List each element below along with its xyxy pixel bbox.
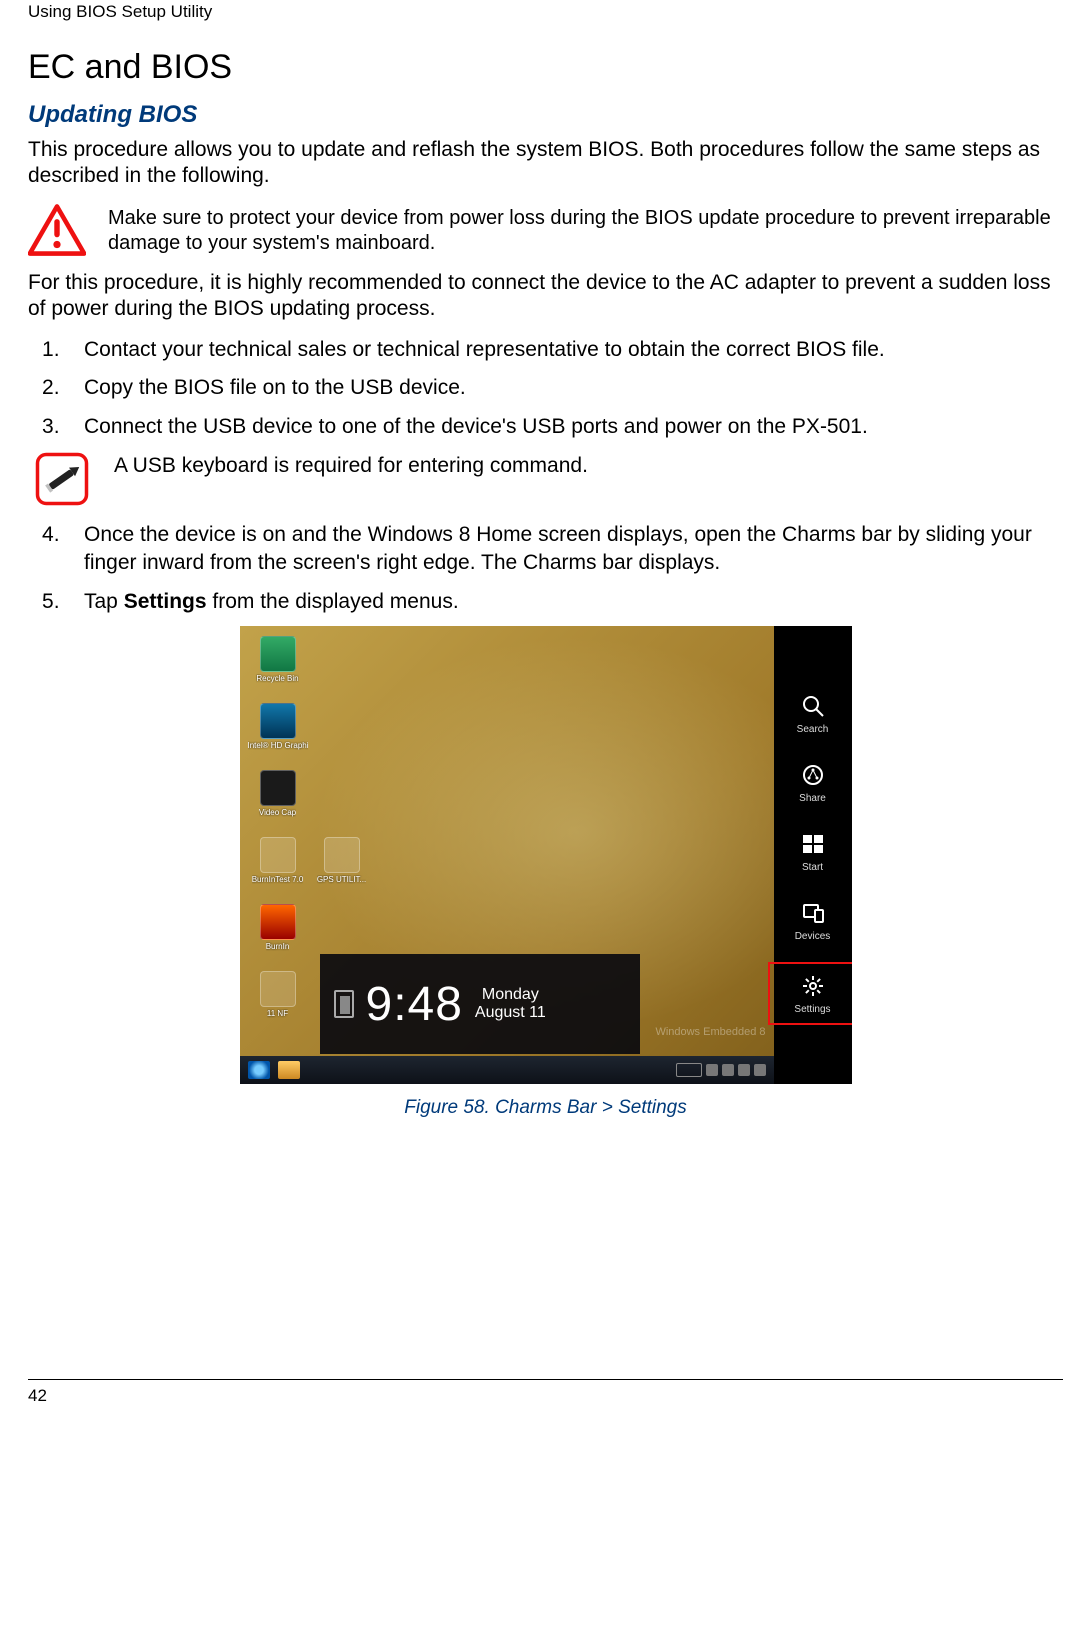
step-5: Tap Settings from the displayed menus. xyxy=(28,588,1063,616)
warning-icon xyxy=(28,204,86,256)
burnin-icon xyxy=(260,904,296,940)
taskbar[interactable] xyxy=(240,1056,774,1084)
intel-icon xyxy=(260,703,296,739)
pre-steps-paragraph: For this procedure, it is highly recomme… xyxy=(28,270,1063,323)
step-1: Contact your technical sales or technica… xyxy=(28,336,1063,364)
figure-caption: Figure 58. Charms Bar > Settings xyxy=(28,1097,1063,1119)
video-cap-icon xyxy=(260,770,296,806)
step-4: Once the device is on and the Windows 8 … xyxy=(28,521,1063,578)
last-icon xyxy=(260,971,296,1007)
charm-start[interactable]: Start xyxy=(774,830,852,873)
note-text: A USB keyboard is required for entering … xyxy=(114,451,588,479)
desktop-icon-recycle-bin[interactable]: Recycle Bin xyxy=(252,636,304,683)
step-5-pre: Tap xyxy=(84,590,124,613)
burnintest-icon xyxy=(260,837,296,873)
charm-share-label: Share xyxy=(799,793,826,804)
recycle-bin-icon xyxy=(260,636,296,672)
warning-callout: Make sure to protect your device from po… xyxy=(28,204,1063,256)
header-path: Using BIOS Setup Utility xyxy=(28,0,1063,48)
clock-date-block: Monday August 11 xyxy=(475,986,546,1021)
charm-devices[interactable]: Devices xyxy=(774,899,852,942)
desktop-icon-gps-util[interactable]: GPS UTILIT... xyxy=(316,837,368,884)
charm-share[interactable]: Share xyxy=(774,761,852,804)
tray-icon[interactable] xyxy=(706,1064,718,1076)
charm-devices-label: Devices xyxy=(795,931,831,942)
gps-util-label: GPS UTILIT... xyxy=(317,875,366,884)
desktop-icon-burnintest[interactable]: BurnInTest 7.0 xyxy=(252,837,304,884)
last-label: 11 NF xyxy=(267,1009,288,1018)
share-icon xyxy=(799,761,827,789)
steps-list: Contact your technical sales or technica… xyxy=(28,336,1063,441)
taskbar-ie-icon[interactable] xyxy=(248,1061,270,1079)
step-2: Copy the BIOS file on to the USB device. xyxy=(28,374,1063,402)
charms-bar: Search Share Start xyxy=(774,626,852,1084)
burnin-label: BurnIn xyxy=(266,942,290,951)
desktop-icon-last[interactable]: 11 NF xyxy=(252,971,304,1018)
desktop-row-burnin-gps: BurnInTest 7.0 GPS UTILIT... xyxy=(252,837,368,884)
subsection-heading: Updating BIOS xyxy=(28,101,1063,129)
step-5-post: from the displayed menus. xyxy=(207,590,459,613)
step-5-strong: Settings xyxy=(124,590,207,613)
recycle-bin-label: Recycle Bin xyxy=(256,674,298,683)
devices-icon xyxy=(799,899,827,927)
charm-settings[interactable]: Settings xyxy=(774,968,852,1019)
charm-search[interactable]: Search xyxy=(774,692,852,735)
gps-util-icon xyxy=(324,837,360,873)
warning-text: Make sure to protect your device from po… xyxy=(108,204,1063,256)
screenshot-figure: Recycle Bin Intel® HD Graphics C... Vide… xyxy=(240,626,852,1084)
windows-watermark: Windows Embedded 8 xyxy=(655,1026,765,1038)
section-heading: EC and BIOS xyxy=(28,48,1063,87)
clock-date: August 11 xyxy=(475,1004,546,1022)
search-icon xyxy=(799,692,827,720)
clock-day: Monday xyxy=(475,986,546,1004)
charm-start-label: Start xyxy=(802,862,823,873)
step-3: Connect the USB device to one of the dev… xyxy=(28,413,1063,441)
video-cap-label: Video Cap xyxy=(259,808,296,817)
steps-list-cont: Once the device is on and the Windows 8 … xyxy=(28,521,1063,616)
tray-icon[interactable] xyxy=(754,1064,766,1076)
settings-icon xyxy=(799,972,827,1000)
taskbar-keyboard-icon[interactable] xyxy=(676,1063,702,1077)
desktop-icon-burnin[interactable]: BurnIn xyxy=(252,904,304,951)
start-icon xyxy=(799,830,827,858)
note-icon xyxy=(34,451,92,507)
taskbar-explorer-icon[interactable] xyxy=(278,1061,300,1079)
charms-clock-panel: 9:48 Monday August 11 xyxy=(320,954,640,1054)
charm-search-label: Search xyxy=(797,724,829,735)
desktop-icon-intel-hd[interactable]: Intel® HD Graphics C... xyxy=(252,703,304,750)
note-callout: A USB keyboard is required for entering … xyxy=(34,451,1063,507)
charm-settings-label: Settings xyxy=(794,1004,830,1015)
desktop-icon-video-cap[interactable]: Video Cap xyxy=(252,770,304,817)
tray-icon[interactable] xyxy=(738,1064,750,1076)
network-status-icon xyxy=(334,990,354,1018)
burnintest-label: BurnInTest 7.0 xyxy=(252,875,304,884)
tray-icon[interactable] xyxy=(722,1064,734,1076)
clock-time: 9:48 xyxy=(366,977,463,1032)
intel-label: Intel® HD Graphics C... xyxy=(248,741,308,750)
page-number: 42 xyxy=(28,1380,1063,1406)
intro-paragraph: This procedure allows you to update and … xyxy=(28,137,1063,190)
